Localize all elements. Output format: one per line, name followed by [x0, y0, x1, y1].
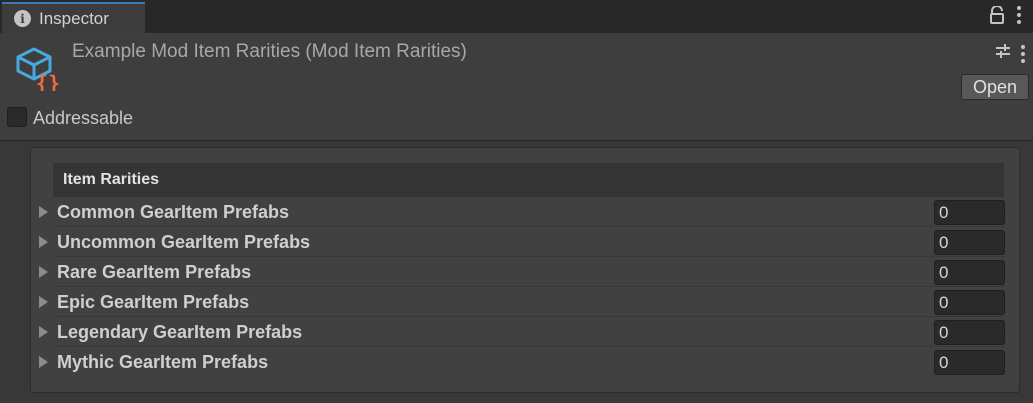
list-row-uncommon[interactable]: Uncommon GearItem Prefabs 0 — [31, 228, 1019, 257]
array-size-field[interactable]: 0 — [934, 260, 1005, 285]
row-divider — [53, 316, 1005, 317]
row-label: Rare GearItem Prefabs — [57, 262, 252, 282]
array-size-field[interactable]: 0 — [934, 350, 1005, 375]
open-button[interactable]: Open — [961, 74, 1029, 100]
svg-text:{}: {} — [36, 71, 60, 91]
list-row-common[interactable]: Common GearItem Prefabs 0 — [31, 198, 1019, 227]
array-size-field[interactable]: 0 — [934, 230, 1005, 255]
foldout-arrow-icon[interactable] — [39, 356, 48, 368]
asset-title: Example Mod Item Rarities (Mod Item Rari… — [72, 41, 467, 62]
foldout-arrow-icon[interactable] — [39, 296, 48, 308]
tab-menu-icon[interactable] — [1017, 6, 1021, 24]
foldout-arrow-icon[interactable] — [39, 326, 48, 338]
tab-label: Inspector — [39, 8, 109, 28]
item-rarities-panel: Item Rarities Common GearItem Prefabs 0 … — [30, 147, 1020, 393]
list-row-legendary[interactable]: Legendary GearItem Prefabs 0 — [31, 318, 1019, 347]
row-label: Uncommon GearItem Prefabs — [57, 232, 311, 252]
tab-actions — [989, 5, 1021, 24]
row-label: Mythic GearItem Prefabs — [57, 352, 269, 372]
preset-icon[interactable] — [995, 43, 1011, 64]
asset-header: {} Example Mod Item Rarities (Mod Item R… — [0, 33, 1033, 140]
addressable-checkbox[interactable] — [7, 107, 27, 127]
list-row-epic[interactable]: Epic GearItem Prefabs 0 — [31, 288, 1019, 317]
row-divider — [53, 286, 1005, 287]
row-label: Common GearItem Prefabs — [57, 202, 290, 222]
addressable-label: Addressable — [33, 108, 134, 128]
foldout-arrow-icon[interactable] — [39, 266, 48, 278]
row-divider — [53, 256, 1005, 257]
array-size-field[interactable]: 0 — [934, 320, 1005, 345]
list-row-mythic[interactable]: Mythic GearItem Prefabs 0 — [31, 348, 1019, 376]
array-size-field[interactable]: 0 — [934, 200, 1005, 225]
list-row-rare[interactable]: Rare GearItem Prefabs 0 — [31, 258, 1019, 287]
header-menu-icon[interactable] — [1021, 44, 1025, 63]
foldout-arrow-icon[interactable] — [39, 236, 48, 248]
header-divider — [0, 140, 1033, 141]
row-label: Epic GearItem Prefabs — [57, 292, 250, 312]
section-header: Item Rarities — [53, 163, 1004, 197]
array-size-field[interactable]: 0 — [934, 290, 1005, 315]
info-icon: i — [14, 10, 31, 27]
scriptable-object-icon: {} — [14, 43, 62, 95]
header-actions — [995, 43, 1025, 64]
lock-icon[interactable] — [989, 5, 1005, 24]
foldout-arrow-icon[interactable] — [39, 206, 48, 218]
row-label: Legendary GearItem Prefabs — [57, 322, 303, 342]
inspector-tab[interactable]: i Inspector — [2, 2, 145, 33]
row-divider — [53, 346, 1005, 347]
row-divider — [53, 226, 1005, 227]
inspector-tab-bar: i Inspector — [0, 0, 1033, 33]
